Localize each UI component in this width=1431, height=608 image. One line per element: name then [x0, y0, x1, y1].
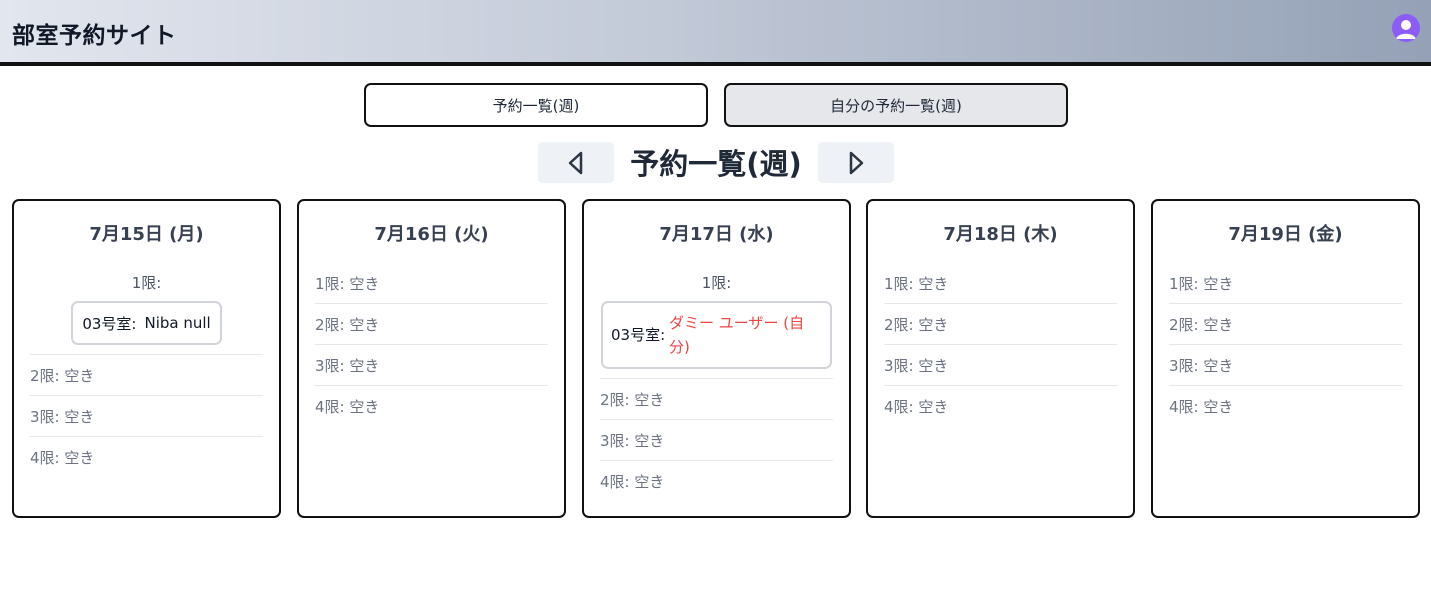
booking-room: 03号室: [82, 314, 137, 333]
slot-item[interactable]: 3限: 空き [1169, 345, 1402, 386]
slot-item[interactable]: 2限: 空き [315, 304, 548, 345]
slot-item[interactable]: 1限: 空き [315, 263, 548, 304]
day-title: 7月18日 (木) [943, 224, 1058, 245]
page-title: 予約一覧(週) [630, 147, 802, 181]
slot-booked: 1限: 03号室: Niba null [30, 263, 263, 355]
slot-item[interactable]: 2限: 空き [1169, 304, 1402, 345]
day-card-wed: 7月17日 (水) 1限: 03号室: ダミー ユーザー (自分) 2限: 空き… [582, 199, 851, 518]
day-title: 7月17日 (水) [659, 224, 774, 245]
app-header: 部室予約サイト [0, 0, 1431, 66]
slot-list: 1限: 空き 2限: 空き 3限: 空き 4限: 空き [1169, 263, 1402, 427]
tab-weekly-reservations[interactable]: 予約一覧(週) [364, 83, 708, 127]
slot-item[interactable]: 1限: 空き [884, 263, 1117, 304]
slot-label: 1限: [131, 273, 162, 292]
triangle-left-icon [568, 151, 583, 174]
booking-user-own: ダミー ユーザー (自分) [669, 314, 805, 356]
day-card-mon: 7月15日 (月) 1限: 03号室: Niba null 2限: 空き 3限:… [12, 199, 281, 518]
slot-item[interactable]: 1限: 空き [1169, 263, 1402, 304]
slot-label: 1限: [701, 273, 732, 292]
slot-item[interactable]: 4限: 空き [30, 437, 263, 478]
slot-list: 1限: 03号室: Niba null 2限: 空き 3限: 空き 4限: 空き [30, 263, 263, 478]
day-title: 7月16日 (火) [374, 224, 489, 245]
slot-item[interactable]: 4限: 空き [600, 461, 833, 502]
day-card-tue: 7月16日 (火) 1限: 空き 2限: 空き 3限: 空き 4限: 空き [297, 199, 566, 518]
booking-card[interactable]: 03号室: Niba null [71, 301, 222, 345]
slot-item[interactable]: 3限: 空き [30, 396, 263, 437]
slot-item[interactable]: 2限: 空き [30, 355, 263, 396]
slot-list: 1限: 空き 2限: 空き 3限: 空き 4限: 空き [884, 263, 1117, 427]
next-week-button[interactable] [818, 142, 894, 183]
slot-item[interactable]: 4限: 空き [315, 386, 548, 427]
slot-list: 1限: 03号室: ダミー ユーザー (自分) 2限: 空き 3限: 空き 4限… [600, 263, 833, 502]
day-title: 7月15日 (月) [89, 224, 204, 245]
slot-item[interactable]: 4限: 空き [884, 386, 1117, 427]
slot-booked: 1限: 03号室: ダミー ユーザー (自分) [600, 263, 833, 379]
slot-item[interactable]: 2限: 空き [600, 379, 833, 420]
site-title: 部室予約サイト [12, 23, 177, 49]
booking-card-own[interactable]: 03号室: ダミー ユーザー (自分) [601, 301, 832, 369]
booking-room: 03号室: [611, 326, 666, 344]
day-card-thu: 7月18日 (木) 1限: 空き 2限: 空き 3限: 空き 4限: 空き [866, 199, 1135, 518]
slot-item[interactable]: 3限: 空き [600, 420, 833, 461]
tab-my-reservations[interactable]: 自分の予約一覧(週) [724, 83, 1068, 127]
prev-week-button[interactable] [538, 142, 614, 183]
slot-item[interactable]: 2限: 空き [884, 304, 1117, 345]
user-avatar-icon[interactable] [1392, 14, 1420, 42]
triangle-right-icon [849, 151, 864, 174]
slot-item[interactable]: 3限: 空き [315, 345, 548, 386]
slot-list: 1限: 空き 2限: 空き 3限: 空き 4限: 空き [315, 263, 548, 427]
slot-item[interactable]: 4限: 空き [1169, 386, 1402, 427]
day-card-fri: 7月19日 (金) 1限: 空き 2限: 空き 3限: 空き 4限: 空き [1151, 199, 1420, 518]
day-title: 7月19日 (金) [1228, 224, 1343, 245]
booking-user: Niba null [144, 314, 211, 332]
slot-item[interactable]: 3限: 空き [884, 345, 1117, 386]
